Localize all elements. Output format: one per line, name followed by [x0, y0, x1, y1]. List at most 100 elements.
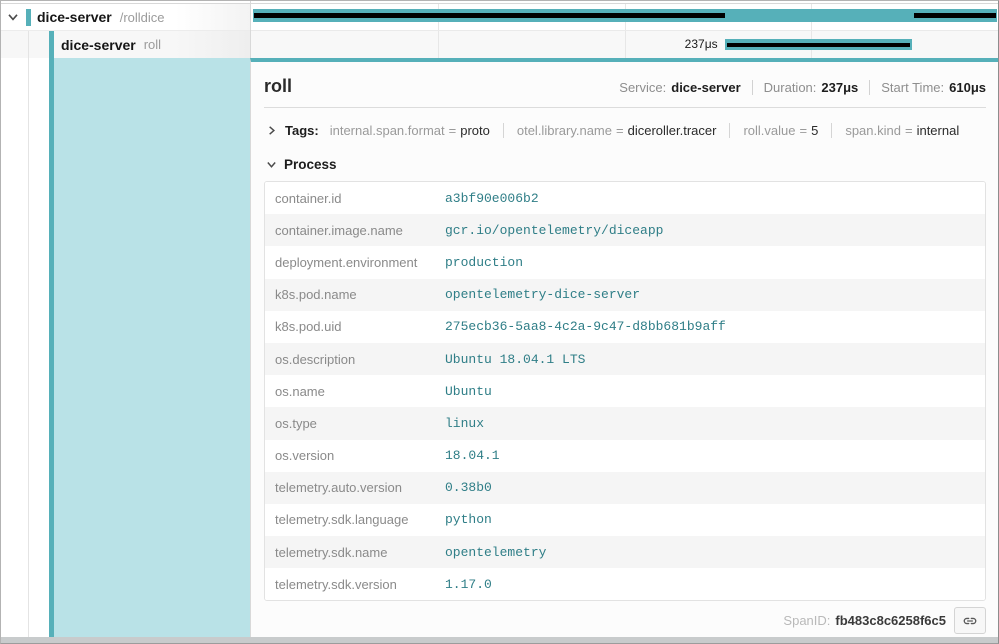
- chevron-right-icon[interactable]: [264, 123, 278, 137]
- table-row: telemetry.sdk.nameopentelemetry: [265, 536, 985, 568]
- span-service-name: dice-server: [37, 9, 112, 25]
- tags-label: Tags:: [285, 123, 319, 138]
- service-color-bar: [26, 9, 31, 26]
- meta-divider: [869, 80, 870, 95]
- span-detail-meta: Service: dice-server Duration: 237μs Sta…: [619, 80, 986, 95]
- tag-value: internal: [917, 123, 960, 138]
- kv-key: telemetry.sdk.language: [265, 512, 445, 527]
- header-divider: [264, 107, 986, 108]
- kv-key: k8s.pod.uid: [265, 319, 445, 334]
- meta-divider: [752, 80, 753, 95]
- kv-value: 1.17.0: [445, 577, 492, 592]
- timeline-gridline: [438, 31, 439, 58]
- tag-key: roll.value: [743, 123, 795, 138]
- kv-key: telemetry.sdk.name: [265, 545, 445, 560]
- tag-equals: =: [796, 123, 812, 138]
- tag-item: internal.span.format = proto: [330, 123, 490, 138]
- kv-value: gcr.io/opentelemetry/diceapp: [445, 223, 663, 238]
- kv-value: linux: [445, 416, 484, 431]
- kv-value: Ubuntu: [445, 384, 492, 399]
- service-value: dice-server: [671, 80, 740, 95]
- span-bar-rolldice[interactable]: [253, 9, 997, 22]
- column-divider[interactable]: [250, 1, 251, 58]
- service-color-bar: [49, 31, 54, 638]
- kv-key: container.id: [265, 191, 445, 206]
- deep-link-button[interactable]: [954, 607, 986, 634]
- span-duration-label: 237μs: [685, 39, 718, 50]
- kv-value: 18.04.1: [445, 448, 500, 463]
- kv-value: opentelemetry: [445, 545, 546, 560]
- kv-key: telemetry.auto.version: [265, 480, 445, 495]
- trace-view-window: dice-server /rolldice dice-server roll 2…: [0, 0, 999, 644]
- kv-value: 0.38b0: [445, 480, 492, 495]
- tag-value: 5: [811, 123, 818, 138]
- kv-key: container.image.name: [265, 223, 445, 238]
- span-operation-name: /rolldice: [120, 10, 165, 25]
- table-row: os.version18.04.1: [265, 440, 985, 472]
- timeline-gridline: [625, 31, 626, 58]
- tag-item: span.kind = internal: [831, 123, 959, 138]
- critical-path-segment: [727, 43, 910, 47]
- span-id-label: SpanID:: [783, 613, 830, 628]
- kv-key: deployment.environment: [265, 255, 445, 270]
- table-row: deployment.environmentproduction: [265, 246, 985, 278]
- indent-guide: [28, 58, 29, 638]
- timeline-row-roll: 237μs: [251, 31, 998, 58]
- tag-key: otel.library.name: [517, 123, 612, 138]
- process-label: Process: [284, 157, 337, 172]
- span-detail-header: roll Service: dice-server Duration: 237μ…: [264, 76, 986, 97]
- span-service-name: dice-server: [61, 37, 136, 53]
- table-row: container.image.namegcr.io/opentelemetry…: [265, 214, 985, 246]
- kv-value: 275ecb36-5aa8-4c2a-9c47-d8bb681b9aff: [445, 319, 726, 334]
- tags-section-header[interactable]: Tags: internal.span.format = proto otel.…: [264, 120, 986, 140]
- table-row: telemetry.auto.version0.38b0: [265, 472, 985, 504]
- kv-key: telemetry.sdk.version: [265, 577, 445, 592]
- kv-key: os.description: [265, 352, 445, 367]
- kv-key: os.type: [265, 416, 445, 431]
- span-bar-roll[interactable]: [725, 39, 912, 50]
- start-time-label: Start Time:: [881, 80, 944, 95]
- horizontal-scrollbar[interactable]: [1, 637, 998, 643]
- kv-value: opentelemetry-dice-server: [445, 287, 640, 302]
- service-label: Service:: [619, 80, 666, 95]
- start-time-value: 610μs: [949, 80, 986, 95]
- tag-value: proto: [460, 123, 490, 138]
- table-row: os.nameUbuntu: [265, 375, 985, 407]
- kv-key: k8s.pod.name: [265, 287, 445, 302]
- span-detail-title: roll: [264, 76, 292, 97]
- table-row: telemetry.sdk.version1.17.0: [265, 568, 985, 600]
- kv-value: production: [445, 255, 523, 270]
- span-row-rolldice[interactable]: dice-server /rolldice: [1, 4, 250, 31]
- critical-path-segment: [914, 13, 996, 18]
- span-id-value: fb483c8c6258f6c5: [835, 613, 946, 628]
- span-detail-footer: SpanID: fb483c8c6258f6c5: [264, 607, 986, 634]
- duration-value: 237μs: [821, 80, 858, 95]
- tag-equals: =: [612, 123, 628, 138]
- tag-key: internal.span.format: [330, 123, 445, 138]
- kv-key: os.name: [265, 384, 445, 399]
- process-kv-table: container.ida3bf90e006b2 container.image…: [264, 181, 986, 601]
- tag-item: otel.library.name = diceroller.tracer: [503, 123, 717, 138]
- table-row: os.typelinux: [265, 407, 985, 439]
- indent-guide: [28, 31, 29, 58]
- tag-equals: =: [445, 123, 461, 138]
- span-row-roll[interactable]: dice-server roll: [1, 31, 250, 58]
- tag-key: span.kind: [845, 123, 901, 138]
- chevron-down-icon[interactable]: [264, 157, 278, 171]
- timeline-row-rolldice: [251, 4, 998, 31]
- critical-path-segment: [254, 13, 725, 18]
- duration-label: Duration:: [764, 80, 817, 95]
- link-icon: [962, 613, 978, 629]
- table-row: telemetry.sdk.languagepython: [265, 504, 985, 536]
- selected-span-highlight[interactable]: [54, 58, 250, 639]
- chevron-down-icon[interactable]: [6, 10, 20, 24]
- tag-value: diceroller.tracer: [628, 123, 717, 138]
- table-row: os.descriptionUbuntu 18.04.1 LTS: [265, 343, 985, 375]
- kv-value: a3bf90e006b2: [445, 191, 539, 206]
- table-row: container.ida3bf90e006b2: [265, 182, 985, 214]
- kv-value: python: [445, 512, 492, 527]
- table-row: k8s.pod.nameopentelemetry-dice-server: [265, 279, 985, 311]
- kv-key: os.version: [265, 448, 445, 463]
- span-operation-name: roll: [144, 37, 161, 52]
- process-section-header[interactable]: Process: [264, 155, 986, 173]
